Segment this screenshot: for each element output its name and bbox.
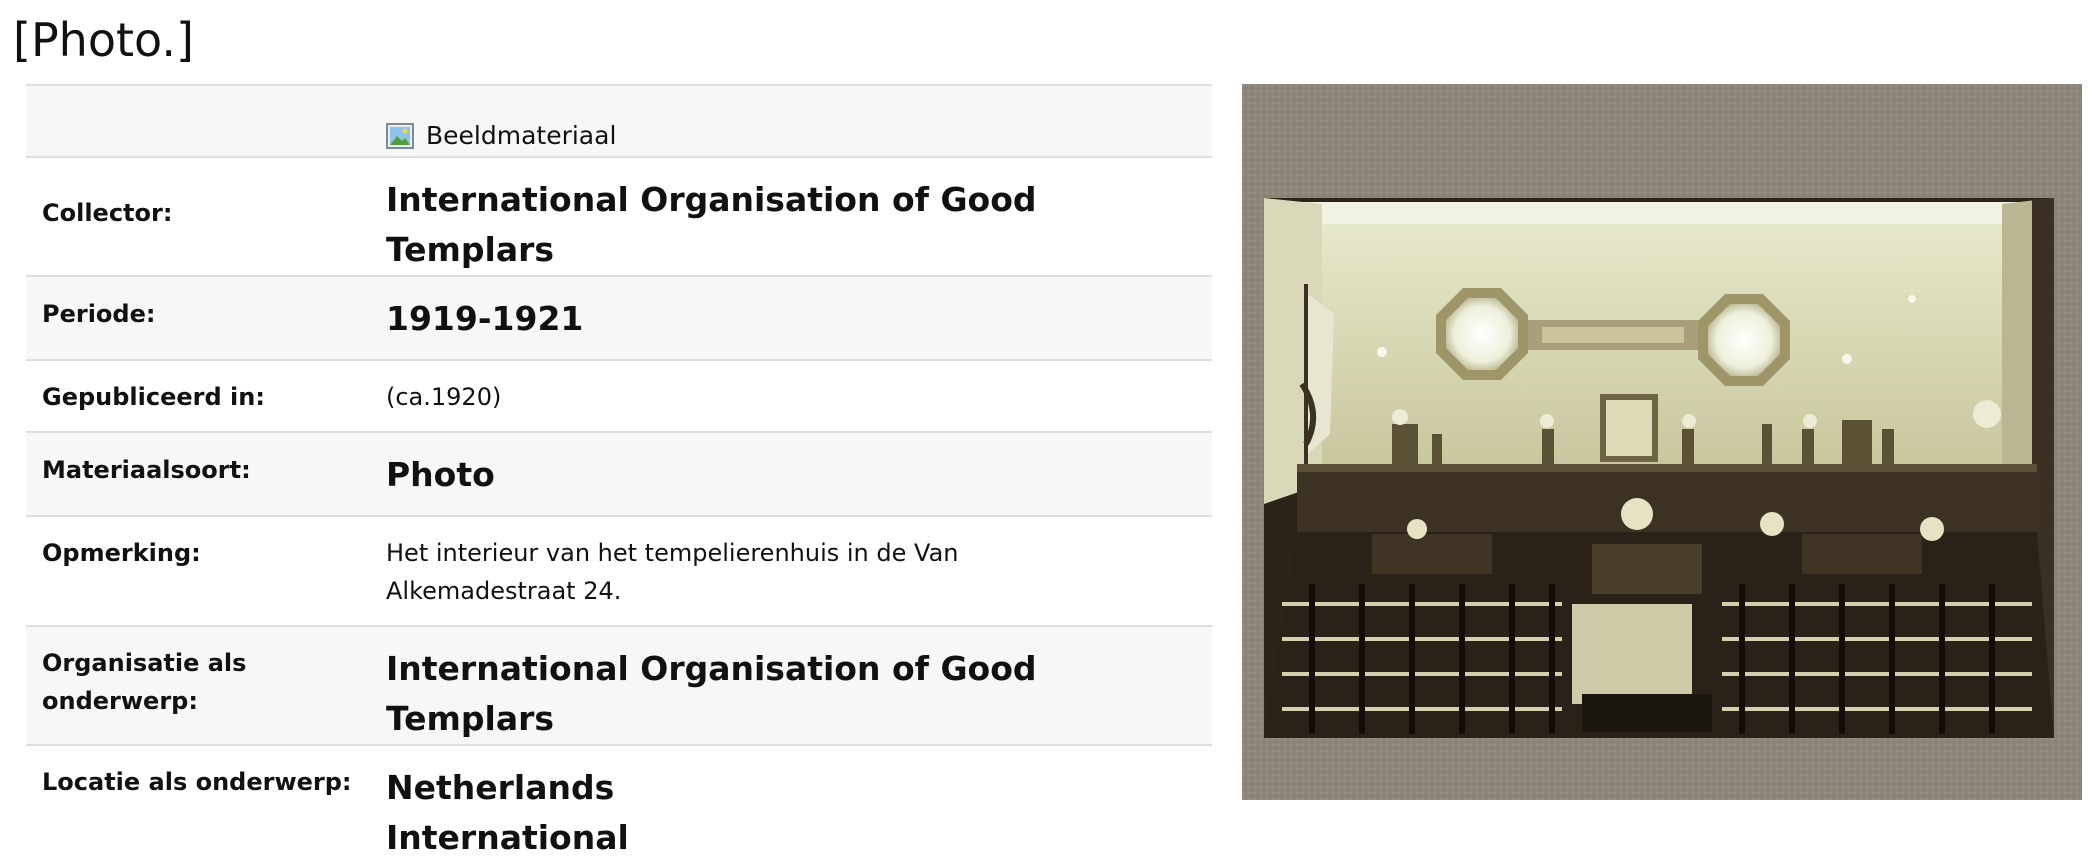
locatie-label: Locatie als onderwerp:	[42, 768, 352, 796]
type-badge: Beeldmateriaal	[386, 101, 1212, 156]
locatie-value-1[interactable]: Netherlands	[386, 763, 1212, 813]
locatie-row: Locatie als onderwerp: Netherlands Inter…	[26, 745, 1212, 860]
organisatie-value[interactable]: International Organisation of Good Templ…	[386, 644, 1212, 744]
opmerking-label: Opmerking:	[42, 539, 201, 567]
collector-label: Collector:	[42, 199, 173, 227]
window-left	[1436, 288, 1528, 380]
periode-label: Periode:	[42, 300, 156, 328]
opmerking-row: Opmerking: Het interieur van het tempeli…	[26, 516, 1212, 626]
gepubliceerd-value: (ca.1920)	[386, 383, 502, 411]
organisatie-label-line-2: onderwerp:	[42, 687, 198, 715]
periode-value: 1919-1921	[386, 299, 584, 338]
window-right	[1698, 294, 1790, 386]
materiaalsoort-row: Materiaalsoort: Photo	[26, 432, 1212, 516]
collector-row: Collector: International Organisation of…	[26, 157, 1212, 276]
type-row: Beeldmateriaal	[26, 85, 1212, 157]
gepubliceerd-row: Gepubliceerd in: (ca.1920)	[26, 360, 1212, 432]
materiaalsoort-label: Materiaalsoort:	[42, 456, 251, 484]
locatie-value-2[interactable]: International	[386, 813, 1212, 860]
organisatie-row: Organisatie als onderwerp: International…	[26, 626, 1212, 745]
organisatie-label-line-1: Organisatie als	[42, 649, 247, 677]
record-page: [Photo.] Beeldmateriaal Collector: Inter…	[0, 0, 2092, 860]
opmerking-line-1: Het interieur van het tempelierenhuis in…	[386, 539, 959, 567]
materiaalsoort-value[interactable]: Photo	[386, 450, 1212, 500]
opmerking-line-2: Alkemadestraat 24.	[386, 577, 622, 605]
page-title: [Photo.]	[13, 13, 194, 67]
type-label: Beeldmateriaal	[426, 121, 617, 150]
gepubliceerd-label: Gepubliceerd in:	[42, 383, 265, 411]
image-icon	[386, 123, 414, 149]
metadata-table: Beeldmateriaal Collector: International …	[26, 84, 1212, 860]
periode-row: Periode: 1919-1921	[26, 276, 1212, 360]
photo-image	[1242, 84, 2082, 800]
record-photo[interactable]	[1242, 84, 2082, 800]
collector-value[interactable]: International Organisation of Good Templ…	[386, 175, 1212, 275]
